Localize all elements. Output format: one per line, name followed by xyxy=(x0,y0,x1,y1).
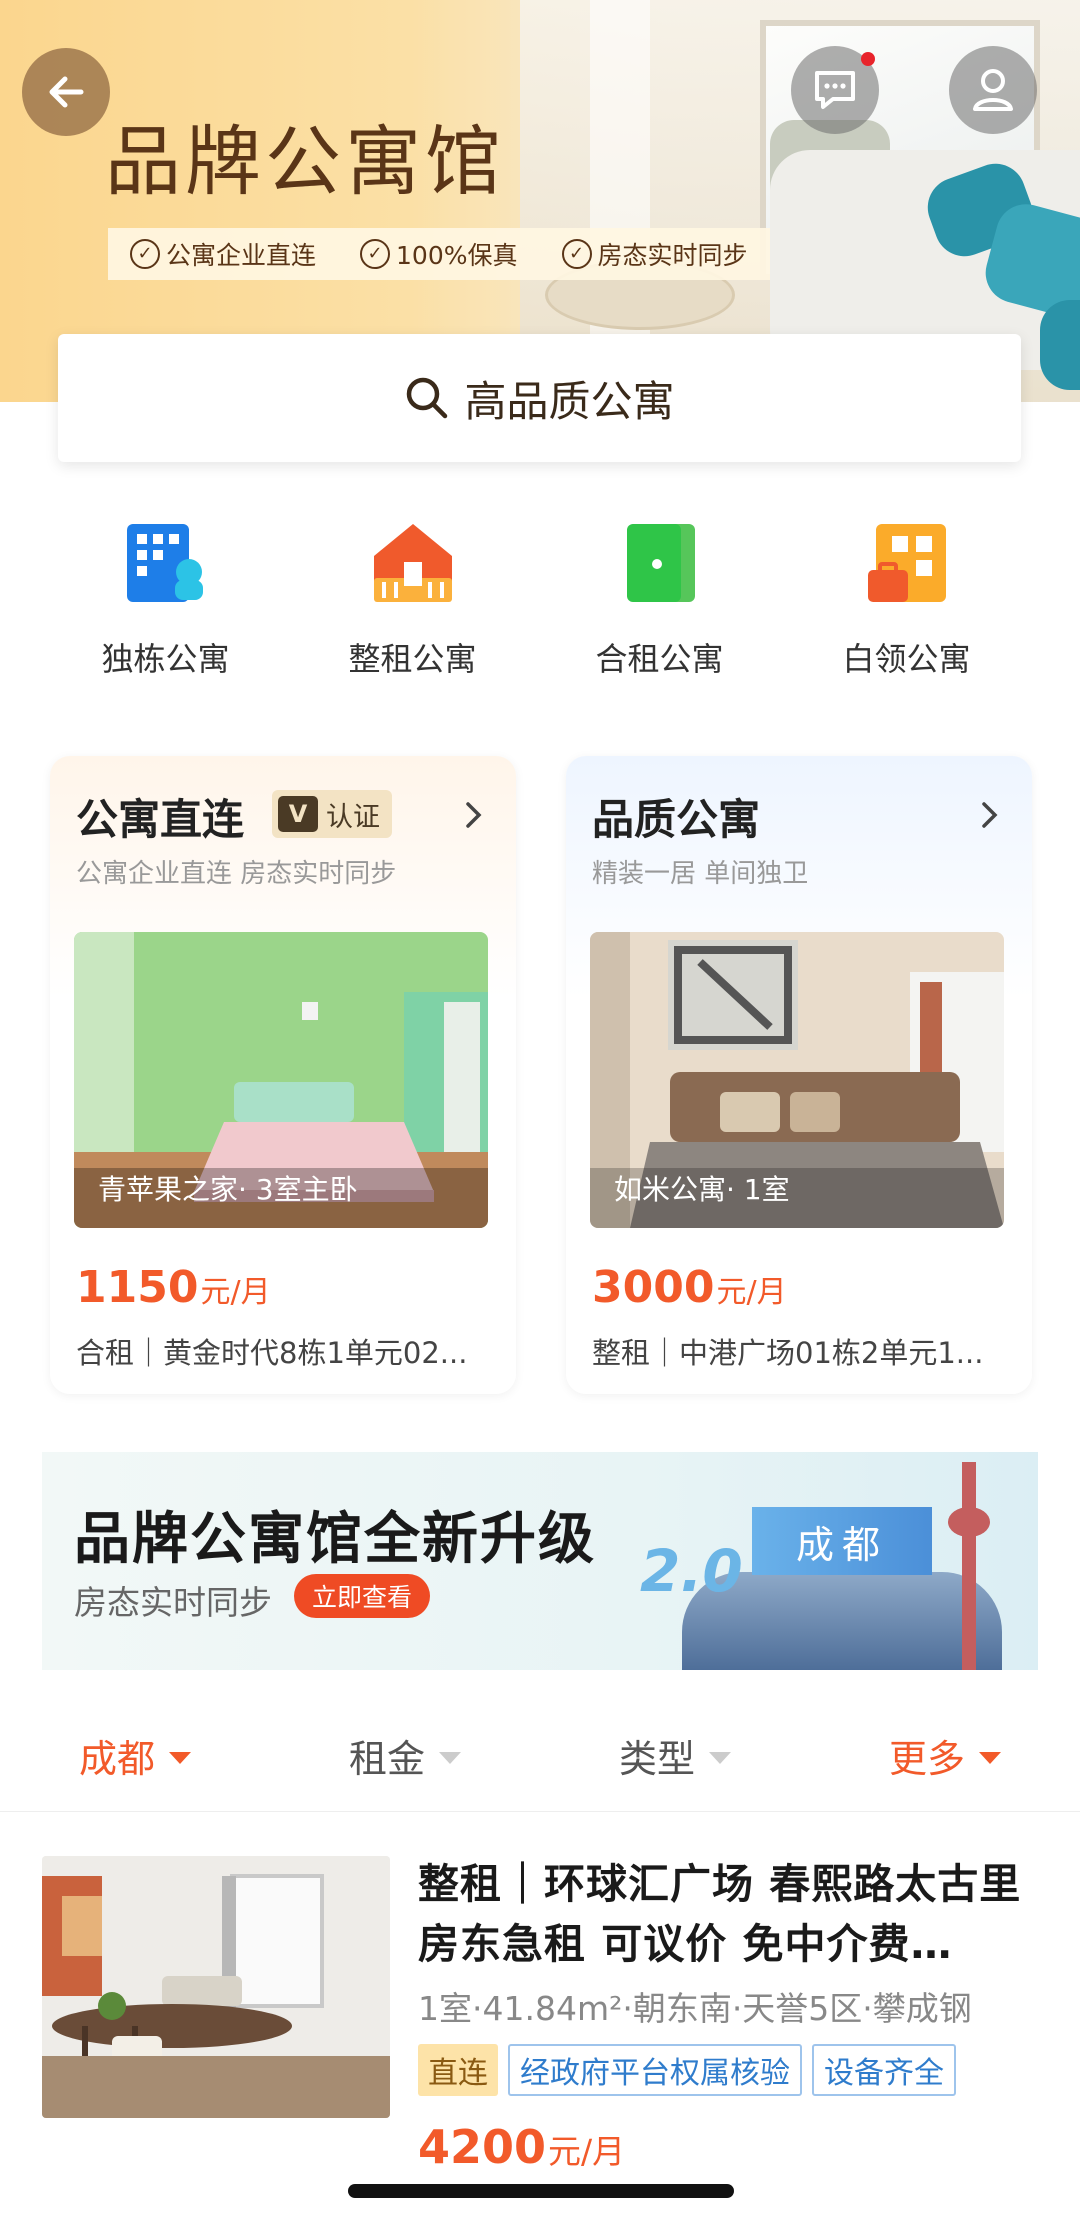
price: 3000 元/月 xyxy=(592,1262,787,1313)
user-icon xyxy=(973,69,1013,111)
chat-bubble-icon xyxy=(815,71,855,109)
listing-meta: 1室·41.84m²·朝东南·天誉5区·攀成钢 xyxy=(418,1989,972,2028)
promo-banner[interactable]: 品牌公寓馆全新升级 房态实时同步 立即查看 2.0 成都 xyxy=(42,1452,1038,1670)
filter-type[interactable]: 类型 xyxy=(540,1728,810,1783)
filter-label: 类型 xyxy=(618,1737,695,1781)
filter-bar: 成都 租金 类型 更多 xyxy=(0,1700,1080,1812)
promo-subtitle: 房态实时同步 xyxy=(74,1583,272,1622)
verified-v-icon: V xyxy=(278,796,318,832)
hero-tag-label: 100%保真 xyxy=(396,241,518,270)
hero-tag: ✓ 100%保真 xyxy=(360,236,518,272)
promo-city: 成都 xyxy=(752,1507,932,1575)
hero-tag-label: 房态实时同步 xyxy=(597,241,748,270)
office-icon xyxy=(864,520,950,606)
category-whole-rent[interactable]: 整租公寓 xyxy=(289,520,536,680)
hero-tag: ✓ 公寓企业直连 xyxy=(130,236,316,272)
building-icon xyxy=(123,520,209,606)
message-button[interactable] xyxy=(791,46,879,134)
notification-dot xyxy=(861,52,875,66)
apartment-photo[interactable]: 青苹果之家· 3室主卧 xyxy=(74,932,488,1228)
apartment-address: 合租｜黄金时代8栋1单元02... xyxy=(76,1336,468,1370)
search-icon xyxy=(407,377,448,419)
filter-city[interactable]: 成都 xyxy=(0,1728,270,1783)
filter-rent[interactable]: 租金 xyxy=(270,1728,540,1783)
verified-badge: V 认证 xyxy=(272,790,392,838)
filter-label: 租金 xyxy=(348,1737,425,1781)
feature-card-direct[interactable]: 公寓直连 V 认证 公寓企业直连 房态实时同步 青苹果之家· 3室主卧 1150… xyxy=(50,756,516,1394)
feature-card-title: 品质公寓 xyxy=(592,795,761,844)
listing-photo[interactable] xyxy=(42,1856,390,2118)
price: 1150 元/月 xyxy=(76,1262,271,1313)
promo-version: 2.0 xyxy=(640,1537,743,1605)
check-circle-icon: ✓ xyxy=(360,239,391,269)
apartment-address: 整租｜中港广场01栋2单元1... xyxy=(592,1336,984,1370)
category-label: 合租公寓 xyxy=(595,640,724,678)
arrow-left-icon xyxy=(49,76,84,108)
search-bar[interactable]: 高品质公寓 xyxy=(58,334,1021,462)
door-icon xyxy=(617,520,703,606)
back-button[interactable] xyxy=(22,48,110,136)
caret-down-icon xyxy=(979,1751,1001,1764)
filter-label: 成都 xyxy=(78,1737,155,1781)
filter-more[interactable]: 更多 xyxy=(810,1728,1080,1783)
verified-badge-label: 认证 xyxy=(326,801,380,833)
house-icon xyxy=(370,520,456,606)
category-label: 独栋公寓 xyxy=(101,640,230,678)
price-unit: 元/月 xyxy=(716,1275,787,1310)
category-white-collar[interactable]: 白领公寓 xyxy=(783,520,1030,680)
promo-title: 品牌公寓馆全新升级 xyxy=(74,1507,596,1572)
home-indicator[interactable] xyxy=(348,2184,734,2198)
promo-view-button[interactable]: 立即查看 xyxy=(294,1574,431,1618)
price-unit: 元/月 xyxy=(548,2132,626,2171)
price-value: 4200 xyxy=(418,2120,547,2174)
caret-down-icon xyxy=(709,1751,731,1764)
hero-tag-label: 公寓企业直连 xyxy=(166,241,317,270)
apartment-name: 如米公寓· 1室 xyxy=(614,1173,790,1206)
user-button[interactable] xyxy=(949,46,1037,134)
apartment-name: 青苹果之家· 3室主卧 xyxy=(98,1173,358,1206)
promo-tower-illustration xyxy=(948,1507,990,1537)
category-row: 独栋公寓 整租公寓 合租公寓 白领公寓 xyxy=(0,520,1080,680)
category-shared-rent[interactable]: 合租公寓 xyxy=(536,520,783,680)
hero-tags: ✓ 公寓企业直连 ✓ 100%保真 ✓ 房态实时同步 xyxy=(108,228,770,280)
category-label: 白领公寓 xyxy=(842,640,971,678)
chevron-right-icon[interactable] xyxy=(464,800,484,838)
feature-card-title: 公寓直连 xyxy=(76,795,245,844)
price-value: 1150 xyxy=(76,1262,199,1313)
feature-card-subtitle: 精装一居 单间独卫 xyxy=(592,859,809,889)
feature-card-quality[interactable]: 品质公寓 精装一居 单间独卫 如米公寓· 1室 3000 元/月 整租｜中港广场… xyxy=(566,756,1032,1394)
chevron-right-icon[interactable] xyxy=(980,800,1000,838)
caret-down-icon xyxy=(169,1751,191,1764)
hero-pillow xyxy=(1040,300,1080,390)
promo-tower-illustration xyxy=(962,1462,976,1670)
caret-down-icon xyxy=(439,1751,461,1764)
filter-label: 更多 xyxy=(888,1737,965,1781)
hero-tag: ✓ 房态实时同步 xyxy=(561,236,748,272)
list-item[interactable]: 整租｜环球汇广场 春熙路太古里 房东急租 可议价 免中介费… 1室·41.84m… xyxy=(0,1830,1080,2222)
check-circle-icon: ✓ xyxy=(130,239,160,269)
listing-tag: 直连 xyxy=(418,2044,498,2096)
search-placeholder: 高品质公寓 xyxy=(464,376,675,426)
listing-tag: 经政府平台权属核验 xyxy=(508,2044,802,2096)
check-circle-icon: ✓ xyxy=(561,239,592,269)
listing-title[interactable]: 整租｜环球汇广场 春熙路太古里 房东急租 可议价 免中介费… xyxy=(418,1854,1038,1974)
listing-tags: 直连 经政府平台权属核验 设备齐全 xyxy=(418,2044,956,2096)
price-value: 3000 xyxy=(592,1262,715,1313)
apartment-photo[interactable]: 如米公寓· 1室 xyxy=(590,932,1004,1228)
category-standalone[interactable]: 独栋公寓 xyxy=(42,520,289,680)
listing-tag: 设备齐全 xyxy=(812,2044,956,2096)
page-title: 品牌公寓馆 xyxy=(105,117,505,206)
price-unit: 元/月 xyxy=(200,1275,271,1310)
category-label: 整租公寓 xyxy=(348,640,477,678)
feature-card-subtitle: 公寓企业直连 房态实时同步 xyxy=(76,859,397,889)
listing-price: 4200 元/月 xyxy=(418,2120,625,2174)
